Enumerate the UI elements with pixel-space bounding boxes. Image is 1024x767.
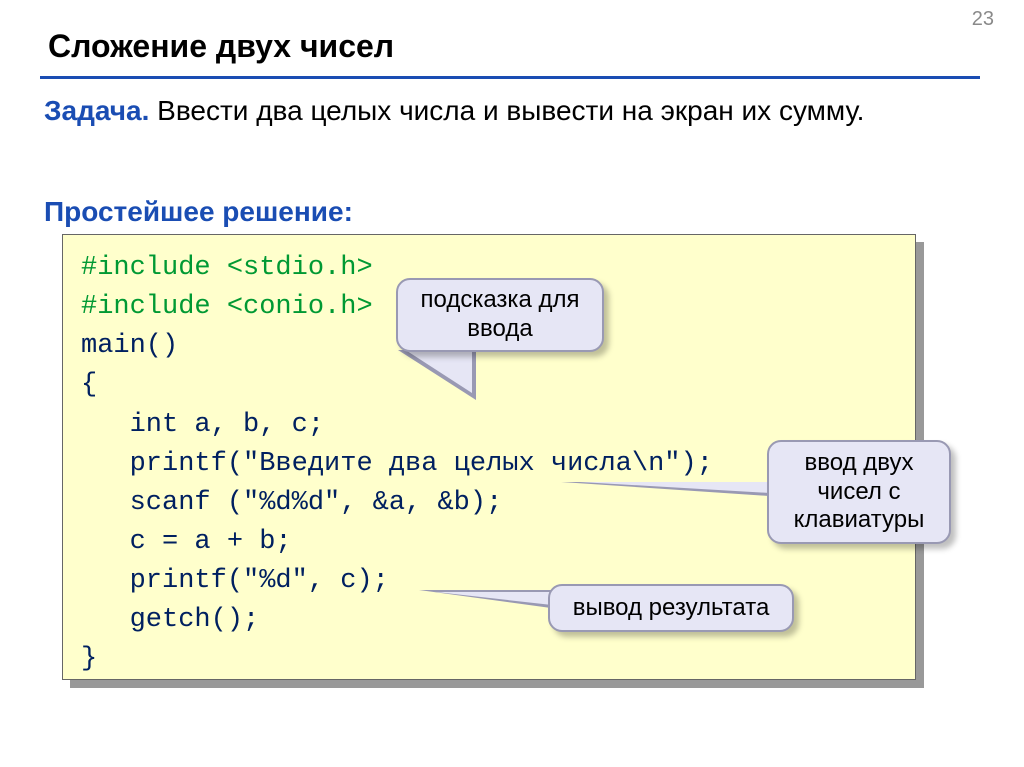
code-line-1: #include <stdio.h>: [81, 253, 373, 283]
callout-input: ввод двух чисел с клавиатуры: [767, 440, 951, 544]
callout-output: вывод результата: [548, 584, 794, 632]
code-line-9: printf("%d", c);: [81, 566, 389, 596]
callout-1-tail-fill: [404, 349, 472, 393]
code-line-7: scanf ("%d%d", &a, &b);: [81, 488, 502, 518]
solution-label: Простейшее решение:: [44, 196, 353, 228]
callout-hint: подсказка для ввода: [396, 278, 604, 352]
callout-2-tail-fill: [580, 482, 770, 493]
callout-3-tail-fill: [436, 592, 552, 605]
code-line-5: int a, b, c;: [81, 410, 324, 440]
slide-title: Сложение двух чисел: [48, 28, 394, 65]
page-number: 23: [972, 8, 994, 31]
code-line-10: getch();: [81, 605, 259, 635]
code-line-2: #include <conio.h>: [81, 292, 373, 322]
task-block: Задача. Ввести два целых числа и вывести…: [44, 92, 944, 130]
title-underline: [40, 76, 980, 79]
task-label: Задача.: [44, 95, 149, 126]
code-line-8: c = a + b;: [81, 527, 292, 557]
code-line-11: }: [81, 644, 97, 674]
task-text: Ввести два целых числа и вывести на экра…: [149, 95, 864, 126]
code-line-6: printf("Введите два целых числа\n");: [81, 449, 713, 479]
code-line-4: {: [81, 370, 97, 400]
code-line-3: main(): [81, 331, 178, 361]
